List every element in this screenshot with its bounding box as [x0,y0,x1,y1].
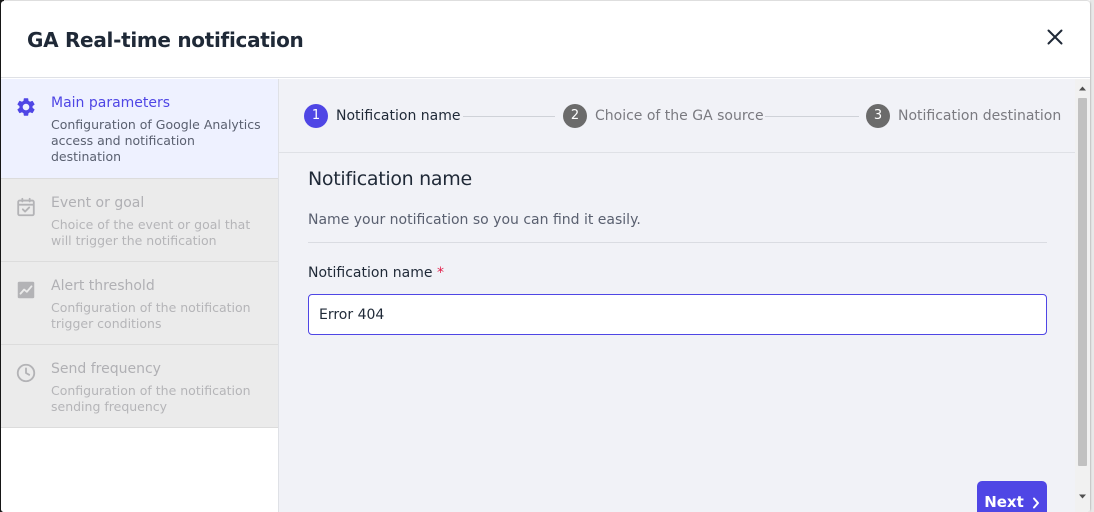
step-label: Notification destination [898,108,1062,124]
dialog-title: GA Real-time notification [27,28,304,52]
next-button[interactable]: Next [977,481,1047,512]
step-number: 1 [304,104,328,128]
dialog-header: GA Real-time notification [1,1,1090,78]
calendar-check-icon [17,197,35,217]
notification-name-input[interactable] [308,294,1047,335]
main-panel: 1 Notification name 2 Choice of the GA s… [279,79,1075,512]
stepper: 1 Notification name 2 Choice of the GA s… [279,79,1075,153]
backdrop [1090,0,1094,512]
notification-name-label: Notification name * [308,265,444,281]
sidebar-item-send-frequency[interactable]: Send frequency Configuration of the noti… [1,345,278,428]
sidebar-item-event-or-goal[interactable]: Event or goal Choice of the event or goa… [1,179,278,262]
sidebar-item-title: Event or goal [51,195,145,211]
sidebar-item-description: Choice of the event or goal that will tr… [51,217,251,248]
section-title: Notification name [308,168,472,190]
sidebar-item-title: Alert threshold [51,278,155,294]
sidebar-item-description: Configuration of the notification trigge… [51,300,251,331]
step-connector [463,116,555,117]
step-number: 3 [866,104,890,128]
next-button-label: Next [984,493,1024,511]
notification-dialog: GA Real-time notification Main parameter… [1,1,1090,512]
step-number: 2 [563,104,587,128]
required-marker: * [436,265,444,281]
sidebar-item-title: Send frequency [51,361,161,377]
sidebar: Main parameters Configuration of Google … [1,79,279,512]
step-label: Notification name [336,108,461,124]
scroll-down-arrow-icon[interactable] [1078,492,1087,501]
chart-trend-icon [17,281,35,299]
sidebar-item-description: Configuration of Google Analytics access… [51,117,261,164]
step-label: Choice of the GA source [595,108,764,124]
sidebar-item-description: Configuration of the notification sendin… [51,383,251,414]
scrollbar[interactable] [1075,79,1090,512]
scroll-up-arrow-icon[interactable] [1078,84,1087,93]
section-description: Name your notification so you can find i… [308,212,641,228]
divider [308,242,1047,243]
scroll-thumb[interactable] [1078,98,1087,466]
close-button[interactable] [1043,25,1067,49]
field-label-text: Notification name [308,265,433,281]
step-connector [765,116,859,117]
gear-icon [17,98,35,116]
chevron-right-icon [1032,497,1039,509]
close-icon [1047,29,1063,45]
sidebar-item-main-parameters[interactable]: Main parameters Configuration of Google … [1,79,278,179]
clock-icon [16,363,36,383]
sidebar-item-title: Main parameters [51,95,171,111]
sidebar-item-alert-threshold[interactable]: Alert threshold Configuration of the not… [1,262,278,345]
